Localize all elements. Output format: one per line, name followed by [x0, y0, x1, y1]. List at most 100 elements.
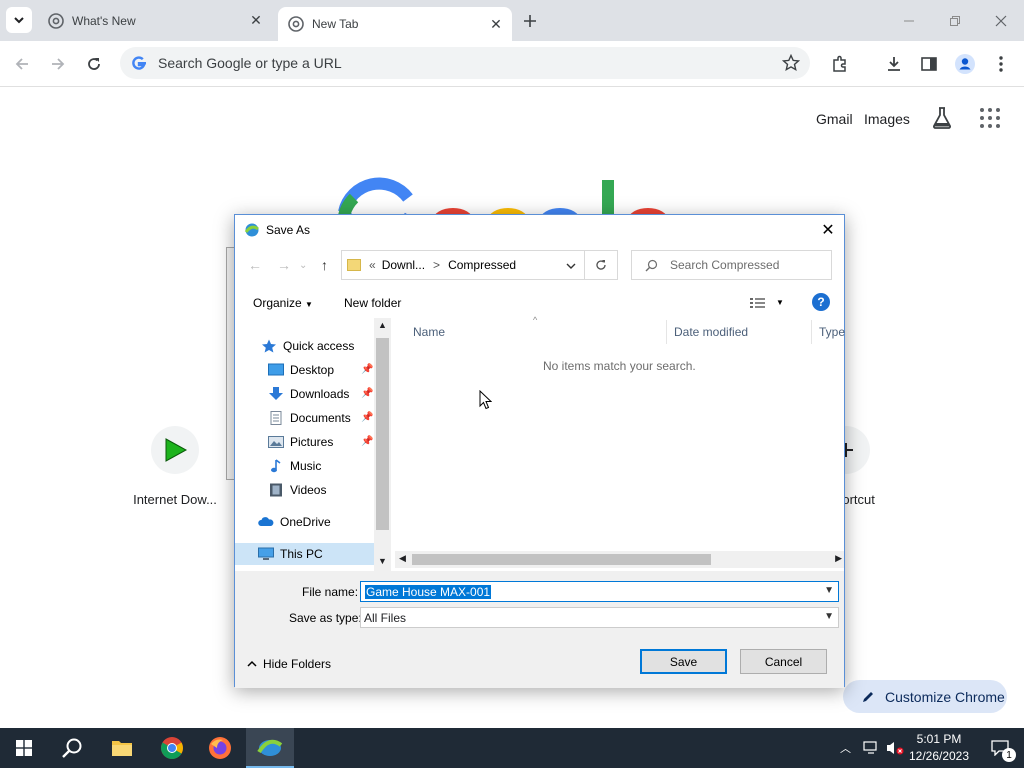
download-arrow-icon [269, 387, 283, 400]
nav-desktop[interactable]: Desktop [268, 359, 374, 381]
shortcut-icon-bg [151, 426, 199, 474]
nav-quick-access[interactable]: Quick access [261, 335, 354, 357]
nav-onedrive[interactable]: OneDrive [258, 511, 331, 533]
up-arrow-icon[interactable]: ↑ [321, 257, 328, 273]
close-window-button[interactable] [978, 0, 1024, 41]
nav-documents[interactable]: Documents [268, 407, 374, 429]
refresh-button[interactable] [585, 250, 618, 280]
nav-this-pc[interactable]: This PC [235, 543, 374, 565]
nav-music[interactable]: Music [268, 455, 374, 477]
omnibox[interactable]: Search Google or type a URL [120, 47, 810, 79]
dialog-titlebar: Save As ✕ [235, 215, 844, 245]
side-panel-icon [921, 57, 937, 71]
taskbar-firefox[interactable] [196, 728, 244, 768]
column-date-modified[interactable]: Date modified [674, 325, 748, 339]
column-divider[interactable] [811, 320, 812, 344]
file-name-input[interactable]: Game House MAX-001 ▼ [360, 581, 839, 602]
column-type[interactable]: Type [819, 325, 845, 339]
menu-button[interactable] [988, 51, 1014, 77]
nav-videos[interactable]: Videos [268, 479, 374, 501]
tab-whats-new[interactable]: What's New ✕ [38, 0, 272, 41]
chevron-down-icon[interactable]: ▼ [824, 585, 834, 596]
tray-expand-icon[interactable]: ︿ [840, 740, 851, 756]
minimize-button[interactable] [886, 0, 932, 41]
new-folder-button[interactable]: New folder [344, 296, 401, 310]
new-tab-button[interactable] [518, 9, 542, 33]
images-link[interactable]: Images [864, 111, 910, 127]
tab-new-tab[interactable]: New Tab ✕ [278, 7, 512, 41]
breadcrumb-compressed[interactable]: Compressed [448, 258, 516, 272]
restore-button[interactable] [932, 0, 978, 41]
scrollbar-thumb[interactable] [376, 338, 389, 530]
search-box[interactable]: Search Compressed [631, 250, 832, 280]
nav-downloads[interactable]: Downloads [268, 383, 374, 405]
chevron-down-icon[interactable]: ▼ [824, 611, 834, 622]
close-icon[interactable]: ✕ [818, 220, 838, 240]
apps-grid-icon[interactable] [980, 108, 1000, 128]
puzzle-icon [833, 55, 846, 72]
nav-label: Documents [290, 411, 351, 425]
scroll-right-icon[interactable]: ▶ [835, 553, 842, 564]
start-button[interactable] [0, 728, 48, 768]
windows-logo-icon [16, 740, 32, 756]
scroll-down-icon[interactable]: ▼ [378, 556, 387, 566]
tab-strip: What's New ✕ New Tab ✕ [0, 0, 1024, 41]
file-list-hscrollbar[interactable]: ◀ ▶ [395, 551, 844, 568]
avatar-icon [955, 54, 975, 74]
taskbar-file-explorer[interactable] [98, 728, 146, 768]
help-icon[interactable]: ? [812, 293, 830, 311]
organize-button[interactable]: Organize ▼ [253, 296, 313, 310]
taskbar-idm[interactable] [246, 728, 294, 768]
back-button[interactable] [9, 51, 35, 77]
gmail-link[interactable]: Gmail [816, 111, 853, 127]
tab-search-button[interactable] [6, 7, 32, 33]
file-name-label: File name: [302, 585, 359, 599]
address-bar[interactable]: « Downl... > Compressed [341, 250, 585, 280]
extensions-button[interactable] [827, 51, 853, 77]
breadcrumb-downloads[interactable]: Downl... [382, 258, 425, 272]
forward-arrow-icon[interactable]: → [277, 257, 291, 273]
nav-scrollbar[interactable]: ▲ ▼ [374, 318, 391, 571]
column-divider[interactable] [666, 320, 667, 344]
taskbar: ︿ 5:01 PM 12/26/2023 1 [0, 728, 1024, 768]
profile-button[interactable] [952, 51, 978, 77]
hide-folders-button[interactable]: Hide Folders [247, 657, 331, 671]
downloads-button[interactable] [881, 51, 907, 77]
volume-muted-icon[interactable] [886, 740, 904, 756]
system-clock[interactable]: 5:01 PM 12/26/2023 [906, 731, 972, 765]
forward-button[interactable] [45, 51, 71, 77]
recent-dropdown-icon[interactable]: ⌄ [299, 260, 307, 271]
save-type-select[interactable]: All Files ▼ [360, 607, 839, 628]
cancel-button[interactable]: Cancel [740, 649, 827, 674]
nav-pictures[interactable]: Pictures [268, 431, 374, 453]
network-icon[interactable] [863, 741, 879, 755]
view-options-icon[interactable] [750, 297, 766, 309]
column-name[interactable]: Name [413, 325, 445, 339]
save-button[interactable]: Save [640, 649, 727, 674]
file-name-value: Game House MAX-001 [365, 584, 492, 599]
star-icon[interactable] [782, 54, 800, 72]
close-icon[interactable]: ✕ [486, 14, 506, 34]
scrollbar-thumb[interactable] [412, 554, 711, 565]
back-arrow-icon[interactable]: ← [248, 257, 262, 273]
chevron-down-icon[interactable] [566, 262, 576, 270]
customize-label: Customize Chrome [885, 688, 1005, 705]
notification-center-button[interactable]: 1 [980, 728, 1020, 768]
file-list[interactable]: ^ Name Date modified Type No items match… [391, 315, 846, 571]
customize-chrome-button[interactable]: Customize Chrome [843, 680, 1007, 713]
omnibox-placeholder: Search Google or type a URL [158, 55, 342, 71]
desktop-folder-icon [268, 363, 284, 376]
view-dropdown-icon[interactable]: ▼ [776, 298, 784, 307]
taskbar-search-button[interactable] [48, 728, 96, 768]
taskbar-chrome[interactable] [148, 728, 196, 768]
side-panel-button[interactable] [916, 51, 942, 77]
nav-label: Quick access [283, 339, 355, 353]
overflow-chevron[interactable]: « [369, 258, 376, 272]
labs-flask-icon[interactable] [931, 106, 953, 130]
music-note-icon [271, 459, 281, 473]
close-icon[interactable]: ✕ [246, 11, 266, 31]
scroll-left-icon[interactable]: ◀ [399, 553, 406, 564]
reload-button[interactable] [81, 51, 107, 77]
shortcut-internet-download[interactable]: Internet Dow... [125, 426, 225, 507]
scroll-up-icon[interactable]: ▲ [378, 320, 387, 330]
